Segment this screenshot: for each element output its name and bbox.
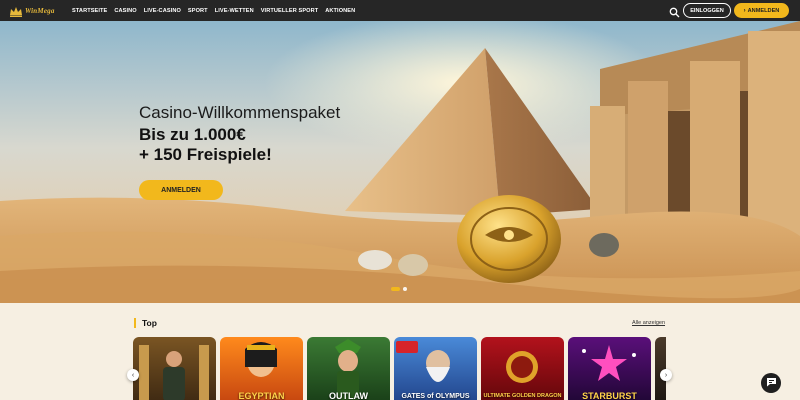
- login-button[interactable]: EINLOGGEN: [683, 3, 731, 18]
- game-tile[interactable]: OUTLAW: [307, 337, 390, 400]
- hero-subtitle: Casino-Willkommenspaket: [139, 103, 341, 122]
- hero-background-illustration: [0, 21, 800, 303]
- carousel-dot[interactable]: [403, 287, 407, 291]
- nav-item-virtueller-sport[interactable]: VIRTUELLER SPORT: [261, 8, 319, 14]
- game-artwork: [139, 345, 209, 400]
- section-accent-bar: [134, 318, 136, 328]
- hero-title-line-1: Bis zu 1.000€: [139, 125, 246, 144]
- main-nav: STARTSEITE CASINO LIVE-CASINO SPORT LIVE…: [72, 8, 362, 14]
- nav-item-aktionen[interactable]: AKTIONEN: [325, 8, 355, 14]
- register-button[interactable]: › ANMELDEN: [734, 3, 789, 18]
- hero-register-button[interactable]: ANMELDEN: [139, 180, 223, 200]
- game-title: OUTLAW: [329, 391, 368, 400]
- see-all-link[interactable]: Alle anzeigen: [632, 320, 665, 326]
- game-artwork: [506, 351, 538, 383]
- top-navigation-bar: WinMega STARTSEITE CASINO LIVE-CASINO SP…: [0, 0, 800, 21]
- hero-banner[interactable]: Casino-Willkommenspaket Bis zu 1.000€ + …: [0, 21, 800, 303]
- game-artwork: [396, 341, 450, 382]
- arrow-right-icon: ›: [743, 7, 746, 14]
- carousel-prev-button[interactable]: ‹: [127, 369, 139, 381]
- crown-icon: [9, 5, 23, 17]
- chat-button[interactable]: [761, 373, 781, 393]
- game-title: EGYPTIAN: [238, 391, 285, 400]
- game-title: STARBURST: [582, 391, 637, 400]
- game-tile[interactable]: EGYPTIAN: [220, 337, 303, 400]
- game-title: GATES of OLYMPUS: [401, 393, 470, 400]
- chat-bubble-icon: [766, 374, 777, 392]
- game-title: ULTIMATE GOLDEN DRAGON: [483, 393, 562, 399]
- section-title-top: Top: [142, 318, 157, 328]
- carousel-next-button[interactable]: ›: [660, 369, 672, 381]
- nav-item-live-wetten[interactable]: LIVE-WETTEN: [215, 8, 254, 14]
- brand-logo[interactable]: WinMega: [9, 5, 65, 17]
- carousel-pagination: [391, 287, 407, 291]
- nav-item-casino[interactable]: CASINO: [114, 8, 136, 14]
- nav-item-live-casino[interactable]: LIVE-CASINO: [144, 8, 181, 14]
- register-button-label: ANMELDEN: [747, 7, 780, 14]
- game-tile[interactable]: STARBURST: [568, 337, 651, 400]
- nav-item-startseite[interactable]: STARTSEITE: [72, 8, 107, 14]
- nav-item-sport[interactable]: SPORT: [188, 8, 208, 14]
- games-carousel: EGYPTIAN OUTLAW GATES of OLYMPUS ULTIMAT…: [133, 337, 666, 400]
- hero-title-line-2: + 150 Freispiele!: [139, 145, 272, 164]
- search-icon[interactable]: [669, 5, 680, 18]
- brand-name: WinMega: [25, 6, 55, 15]
- game-tile[interactable]: ULTIMATE GOLDEN DRAGON: [481, 337, 564, 400]
- game-tile[interactable]: [133, 337, 216, 400]
- game-tile[interactable]: GATES of OLYMPUS: [394, 337, 477, 400]
- carousel-dot-active[interactable]: [391, 287, 400, 291]
